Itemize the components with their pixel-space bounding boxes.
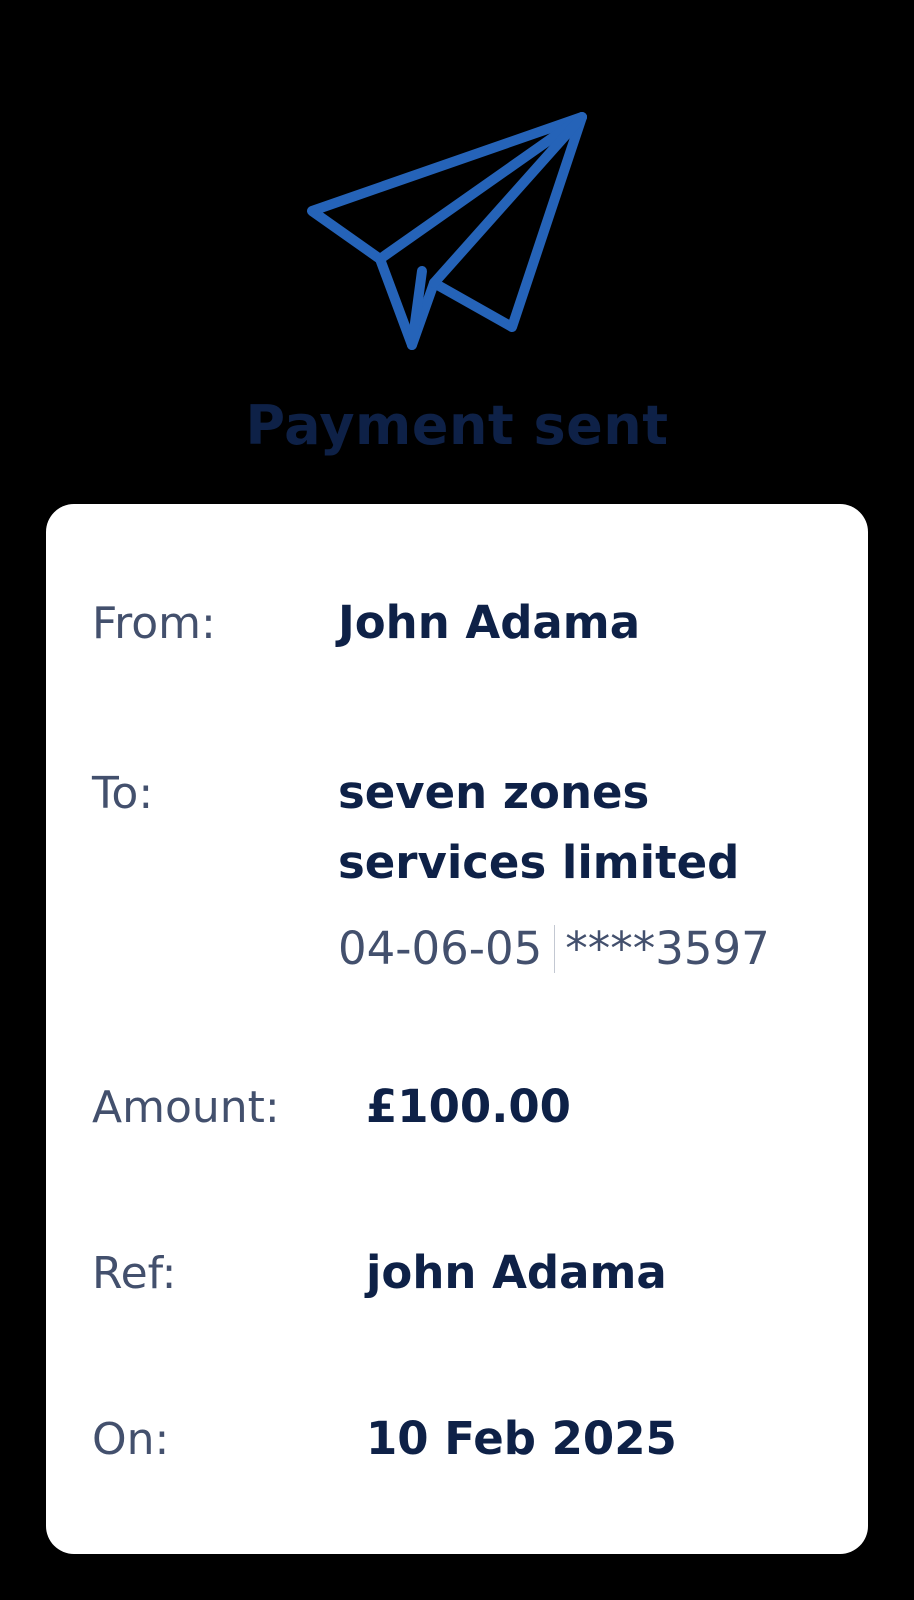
account-divider — [554, 924, 556, 973]
account-number: ****3597 — [565, 922, 770, 975]
on-label: On: — [92, 1414, 170, 1465]
date-value: 10 Feb 2025 — [366, 1412, 677, 1465]
from-label: From: — [92, 598, 216, 649]
paper-plane-icon — [300, 105, 610, 365]
page-title: Payment sent — [245, 394, 669, 457]
amount-value: £100.00 — [366, 1080, 571, 1133]
from-value: John Adama — [338, 596, 641, 649]
to-label: To: — [92, 768, 154, 819]
sort-code: 04-06-05 — [338, 922, 543, 975]
account-details: 04-06-05 ****3597 — [338, 922, 770, 975]
payment-details-card: From: John Adama To: seven zones service… — [46, 504, 868, 1554]
ref-value: john Adama — [366, 1246, 667, 1299]
to-value: seven zones services limited — [338, 766, 740, 889]
amount-label: Amount: — [92, 1082, 280, 1133]
ref-label: Ref: — [92, 1248, 177, 1299]
